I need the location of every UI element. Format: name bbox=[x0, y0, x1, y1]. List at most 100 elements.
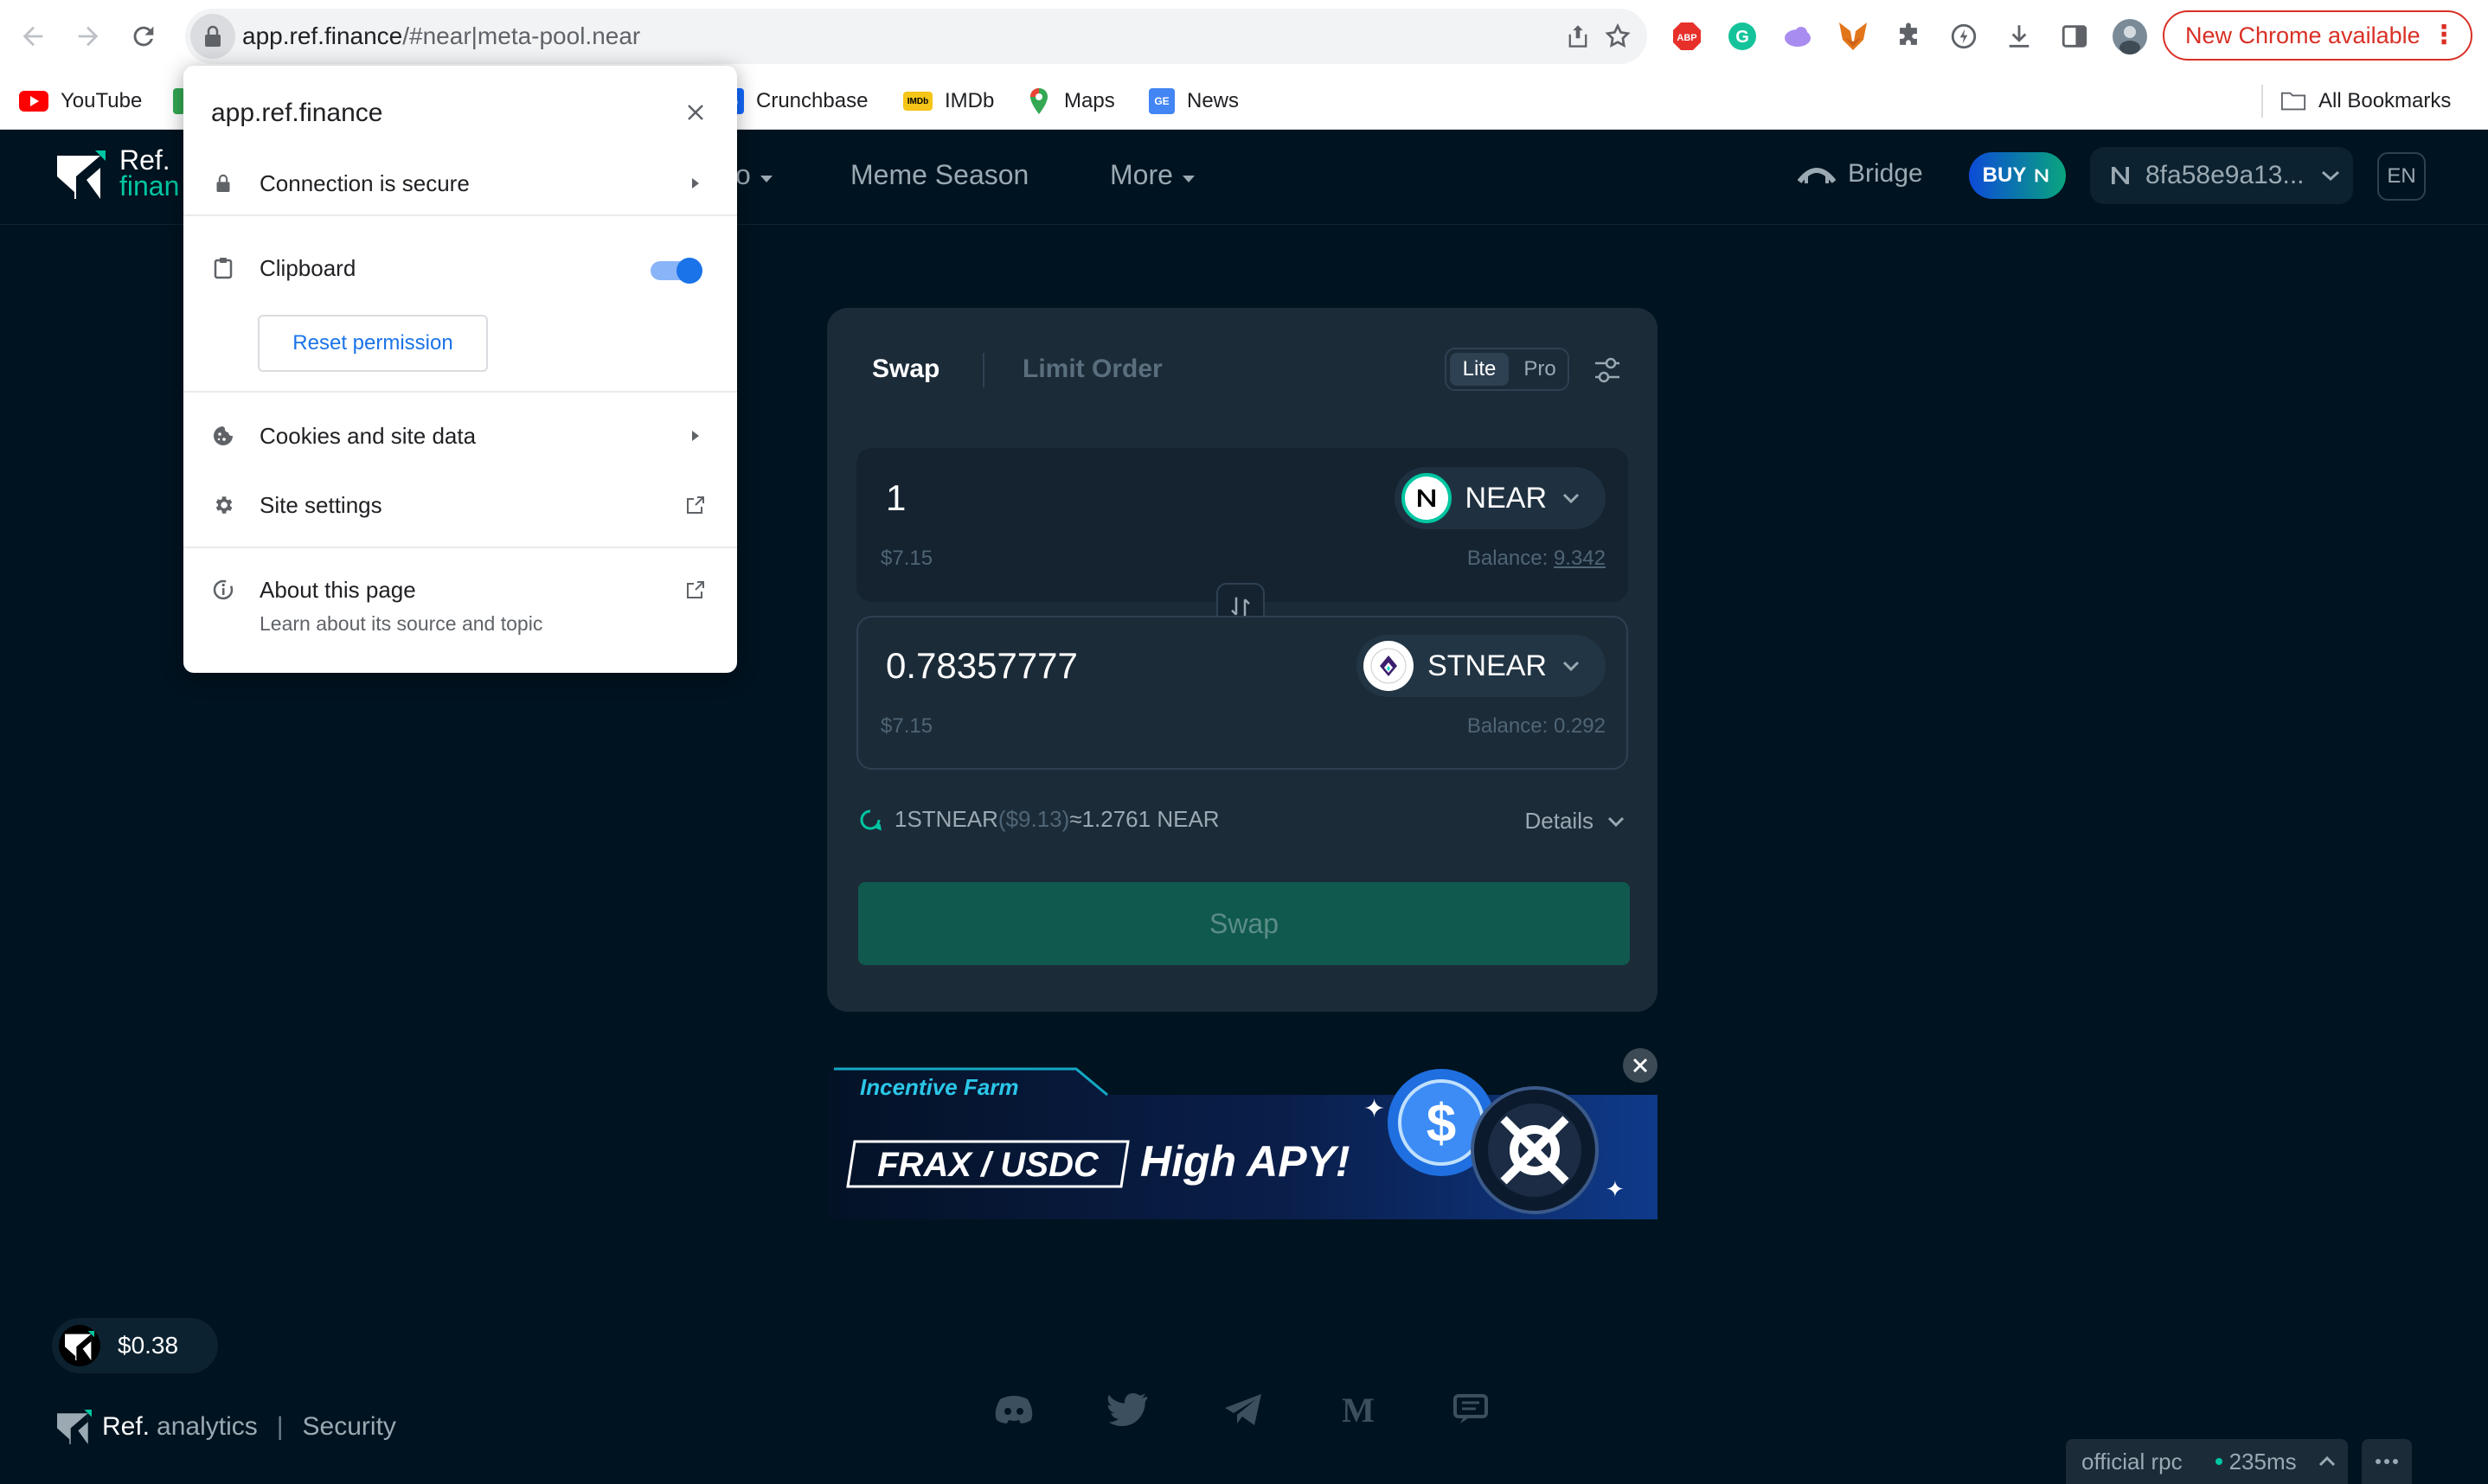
reset-permission-button[interactable]: Reset permission bbox=[258, 315, 488, 372]
logo-line2: finan bbox=[119, 170, 180, 201]
clipboard-toggle[interactable] bbox=[651, 254, 702, 284]
nav-meme-season[interactable]: Meme Season bbox=[850, 159, 1029, 191]
side-panel-icon bbox=[2062, 25, 2087, 48]
bookmark-imdb[interactable]: IMDb IMDb bbox=[903, 85, 994, 118]
gear-icon bbox=[209, 491, 237, 519]
banner-tag: Incentive Farm bbox=[860, 1074, 1019, 1100]
mode-lite-button[interactable]: Lite bbox=[1450, 353, 1509, 386]
banner-close-button[interactable] bbox=[1623, 1048, 1658, 1083]
svg-text:ABP: ABP bbox=[1677, 33, 1696, 43]
discord-icon bbox=[995, 1396, 1033, 1423]
popup-title: app.ref.finance bbox=[211, 99, 383, 127]
slippage-settings-icon[interactable] bbox=[1590, 353, 1625, 387]
grammarly-icon: G bbox=[1728, 22, 1756, 50]
details-label: Details bbox=[1524, 808, 1593, 834]
kebab-menu-icon: ⋮ bbox=[2431, 21, 2457, 49]
purple-extension[interactable] bbox=[1779, 17, 1817, 55]
bridge-label: Bridge bbox=[1848, 159, 1923, 188]
incentive-farm-banner[interactable]: Incentive Farm FRAX / USDC High APY! $ ✦… bbox=[827, 1065, 1658, 1219]
rpc-label: official rpc bbox=[2081, 1448, 2183, 1474]
more-options-button[interactable] bbox=[2362, 1439, 2412, 1484]
nav-menu-partial-label: o bbox=[735, 159, 751, 190]
telegram-link[interactable] bbox=[1222, 1387, 1266, 1432]
cookies-label: Cookies and site data bbox=[260, 422, 477, 449]
from-balance-value[interactable]: 9.342 bbox=[1554, 547, 1606, 570]
footer-security-link[interactable]: Security bbox=[303, 1412, 396, 1442]
popup-close-button[interactable] bbox=[682, 99, 709, 126]
all-bookmarks[interactable]: All Bookmarks bbox=[2280, 85, 2451, 118]
buy-near-button[interactable]: BUY bbox=[1969, 152, 2066, 199]
tab-swap[interactable]: Swap bbox=[872, 355, 939, 384]
reload-button[interactable] bbox=[123, 16, 164, 57]
url-text[interactable]: app.ref.finance/#near|meta-pool.near bbox=[242, 22, 640, 50]
bookmark-label: IMDb bbox=[945, 89, 995, 112]
frax-coin-icon bbox=[1471, 1086, 1599, 1214]
to-token-selector[interactable]: STNEAR bbox=[1356, 635, 1606, 697]
site-settings-row[interactable]: Site settings bbox=[183, 479, 737, 531]
from-token-selector[interactable]: NEAR bbox=[1394, 467, 1606, 529]
back-arrow-icon bbox=[22, 26, 43, 47]
discord-link[interactable] bbox=[991, 1387, 1036, 1432]
cookies-row[interactable]: Cookies and site data bbox=[183, 410, 737, 462]
wallet-account-button[interactable]: 8fa58e9a13... bbox=[2090, 147, 2353, 204]
forward-button[interactable] bbox=[67, 16, 109, 57]
to-usd-value: $7.15 bbox=[881, 714, 933, 738]
performance-button[interactable] bbox=[1945, 17, 1983, 55]
cookie-icon bbox=[209, 422, 237, 450]
back-button[interactable] bbox=[12, 16, 54, 57]
sparkle-icon: ✦ bbox=[1606, 1176, 1625, 1202]
rpc-status[interactable]: official rpc 235ms bbox=[2066, 1439, 2348, 1484]
svg-text:$: $ bbox=[1427, 1094, 1456, 1154]
footer-brand[interactable]: Ref. bbox=[102, 1412, 150, 1442]
address-bar[interactable]: app.ref.finance/#near|meta-pool.near bbox=[185, 9, 1647, 64]
forum-link[interactable] bbox=[1450, 1387, 1495, 1432]
sparkle-icon: ✦ bbox=[1363, 1095, 1385, 1123]
google-news-icon: GE bbox=[1149, 88, 1175, 114]
mode-pro-button[interactable]: Pro bbox=[1516, 353, 1564, 386]
external-link-icon bbox=[682, 491, 709, 519]
nav-meme-season-label: Meme Season bbox=[850, 159, 1029, 190]
clipboard-permission-row: Clipboard bbox=[183, 242, 737, 294]
tab-limit-order[interactable]: Limit Order bbox=[1023, 355, 1163, 384]
bookmark-label: YouTube bbox=[61, 89, 143, 112]
twitter-icon bbox=[1107, 1392, 1148, 1427]
new-chrome-available-button[interactable]: New Chrome available ⋮ bbox=[2163, 10, 2472, 61]
side-panel-button[interactable] bbox=[2055, 17, 2094, 55]
bookmark-news[interactable]: GE News bbox=[1149, 85, 1239, 118]
bookmark-maps[interactable]: Maps bbox=[1026, 85, 1115, 118]
site-info-button[interactable] bbox=[190, 14, 235, 59]
share-button[interactable] bbox=[1562, 21, 1593, 52]
connection-secure-row[interactable]: Connection is secure bbox=[183, 157, 737, 209]
profile-avatar[interactable] bbox=[2111, 17, 2149, 55]
reload-icon bbox=[133, 26, 154, 47]
folder-icon bbox=[2280, 88, 2306, 114]
grammarly-extension[interactable]: G bbox=[1723, 17, 1761, 55]
ref-logo-icon[interactable] bbox=[57, 150, 106, 199]
bookmark-label: Maps bbox=[1064, 89, 1115, 112]
footer-links: Ref. analytics | Security bbox=[57, 1410, 396, 1444]
refresh-rate-icon[interactable] bbox=[858, 808, 882, 832]
twitter-link[interactable] bbox=[1106, 1387, 1151, 1432]
url-host: app.ref.finance bbox=[242, 22, 403, 49]
footer-analytics-link[interactable]: analytics bbox=[157, 1412, 258, 1442]
about-page-row[interactable]: About this page bbox=[183, 564, 737, 616]
bridge-link[interactable]: Bridge bbox=[1798, 159, 1923, 189]
language-button[interactable]: EN bbox=[2377, 152, 2426, 201]
avatar-icon bbox=[2113, 19, 2147, 54]
adblock-extension[interactable]: ABP bbox=[1668, 17, 1706, 55]
extensions-button[interactable] bbox=[1889, 17, 1927, 55]
nav-menu-partial[interactable]: o bbox=[735, 159, 774, 191]
nav-more[interactable]: More bbox=[1110, 159, 1196, 191]
metamask-extension[interactable] bbox=[1834, 17, 1872, 55]
bookmark-crunchbase[interactable]: cb Crunchbase bbox=[718, 85, 868, 118]
mode-pro-label: Pro bbox=[1523, 357, 1556, 381]
ref-price-pill[interactable]: $0.38 bbox=[52, 1318, 218, 1373]
medium-link[interactable]: M bbox=[1336, 1387, 1381, 1432]
downloads-button[interactable] bbox=[2000, 17, 2038, 55]
from-amount-input[interactable]: 1 bbox=[886, 477, 906, 519]
bookmark-star-button[interactable] bbox=[1602, 21, 1633, 52]
bookmark-youtube[interactable]: YouTube bbox=[19, 85, 142, 118]
swap-submit-button[interactable]: Swap bbox=[858, 882, 1630, 965]
details-toggle[interactable]: Details bbox=[1525, 808, 1626, 835]
about-subtitle: Learn about its source and topic bbox=[260, 612, 543, 635]
